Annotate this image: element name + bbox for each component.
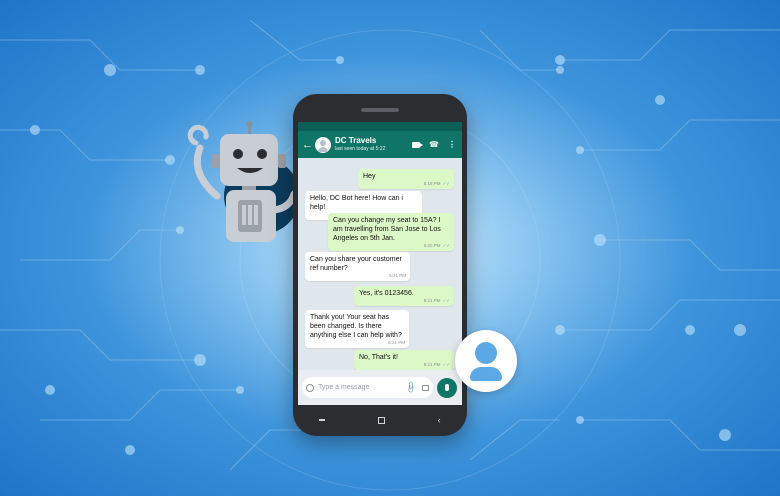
chatbot-robot-icon [187, 121, 300, 242]
recent-apps-icon[interactable] [319, 419, 326, 421]
android-nav-bar: ‹ [293, 410, 467, 430]
voice-record-button[interactable] [437, 377, 457, 398]
message-list: Hey 5:18 PM ✓✓ Hello, DC Bot here! How ca… [298, 158, 462, 370]
read-receipt-icon: ✓✓ [442, 298, 450, 303]
message-text: Hey [363, 173, 376, 180]
message-text: No, That's it! [359, 354, 398, 361]
phone-speaker [361, 108, 399, 112]
back-arrow-icon[interactable]: ← [302, 139, 313, 151]
message-composer: Type a message 📎 [298, 370, 462, 405]
read-receipt-icon: ✓✓ [442, 362, 450, 367]
emoji-icon[interactable] [306, 383, 314, 392]
message-bubble-incoming[interactable]: Thank you! Your seat has been changed. I… [305, 310, 409, 348]
read-receipt-icon: ✓✓ [442, 243, 450, 248]
chat-screen: ← DC Travels last seen today at 5:22 ☎ ⋮… [298, 122, 462, 405]
message-input[interactable]: Type a message 📎 [302, 377, 433, 398]
camera-icon[interactable] [422, 384, 429, 391]
nav-back-icon[interactable]: ‹ [438, 415, 441, 425]
message-text: Hello, DC Bot here! How can i help! [310, 195, 403, 211]
message-bubble-incoming[interactable]: Can you share your customer ref number? … [305, 252, 410, 281]
message-bubble-outgoing[interactable]: Yes, it's 0123456. 5:21 PM ✓✓ [354, 286, 454, 306]
contact-name: DC Travels [335, 136, 377, 145]
message-time: 5:18 PM [423, 181, 441, 186]
contact-avatar[interactable] [315, 136, 331, 153]
microphone-icon [445, 384, 449, 391]
home-icon[interactable] [377, 416, 385, 424]
chat-header: ← DC Travels last seen today at 5:22 ☎ ⋮ [298, 131, 462, 158]
message-text: Can you share your customer ref number? [310, 256, 402, 272]
message-bubble-outgoing[interactable]: No, That's it! 5:21 PM ✓✓ [354, 350, 454, 370]
read-receipt-icon: ✓✓ [442, 181, 450, 186]
more-vertical-icon[interactable]: ⋮ [448, 140, 456, 149]
status-bar [298, 122, 462, 131]
contact-info[interactable]: DC Travels last seen today at 5:22 [335, 137, 412, 152]
last-seen-status: last seen today at 5:22 [335, 146, 386, 152]
smartphone: ← DC Travels last seen today at 5:22 ☎ ⋮… [293, 94, 467, 436]
message-time: 5:21 PM [389, 273, 406, 278]
message-text: Thank you! Your seat has been changed. I… [310, 314, 402, 339]
message-time: 5:21 PM [423, 362, 441, 367]
message-time: 5:21 PM [423, 298, 441, 303]
message-time: 5:20 PM [423, 243, 441, 248]
message-bubble-outgoing[interactable]: Hey 5:18 PM ✓✓ [358, 169, 454, 189]
phone-call-icon[interactable]: ☎ [429, 140, 439, 149]
message-input-placeholder[interactable]: Type a message [318, 384, 406, 391]
paperclip-icon[interactable]: 📎 [404, 381, 417, 394]
message-bubble-outgoing[interactable]: Can you change my seat to 15A? I am trav… [328, 213, 454, 251]
message-text: Yes, it's 0123456. [359, 290, 414, 297]
video-call-icon[interactable] [412, 141, 424, 148]
user-avatar-icon [455, 330, 517, 392]
message-text: Can you change my seat to 15A? I am trav… [333, 217, 441, 242]
message-time: 5:21 PM [388, 340, 405, 345]
